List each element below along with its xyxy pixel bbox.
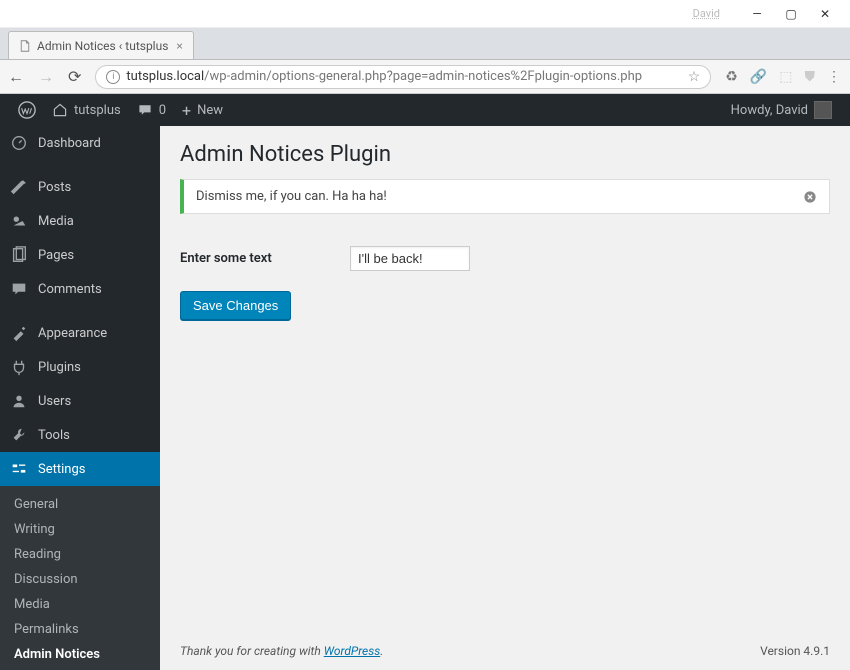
sidebar-item-label: Dashboard xyxy=(38,136,101,151)
wp-adminbar: tutsplus 0 + New Howdy, David xyxy=(0,94,850,126)
plugins-icon xyxy=(10,358,30,376)
submenu-permalinks[interactable]: Permalinks xyxy=(0,617,160,642)
maximize-button[interactable]: ▢ xyxy=(774,3,808,25)
sidebar-item-plugins[interactable]: Plugins xyxy=(0,350,160,384)
wp-footer: Thank you for creating with WordPress. V… xyxy=(180,624,830,658)
menu-icon[interactable]: ⋮ xyxy=(827,69,842,85)
avatar xyxy=(814,101,832,119)
sidebar-item-label: Comments xyxy=(38,282,102,297)
back-button[interactable]: ← xyxy=(8,67,24,87)
site-name-link[interactable]: tutsplus xyxy=(44,102,129,118)
submenu-writing[interactable]: Writing xyxy=(0,517,160,542)
tools-icon xyxy=(10,426,30,444)
sidebar-item-label: Tools xyxy=(38,428,70,443)
admin-notice: Dismiss me, if you can. Ha ha ha! xyxy=(180,179,830,214)
link-icon[interactable]: 🔗 xyxy=(750,69,767,85)
sidebar-item-settings[interactable]: Settings xyxy=(0,452,160,486)
comments-link[interactable]: 0 xyxy=(129,102,174,118)
tag-icon[interactable]: ⬚ xyxy=(779,69,792,85)
sidebar-item-label: Plugins xyxy=(38,360,81,375)
shield-icon[interactable]: ⛊ xyxy=(805,69,816,85)
sidebar-item-posts[interactable]: Posts xyxy=(0,170,160,204)
sidebar-item-media[interactable]: Media xyxy=(0,204,160,238)
sidebar-item-label: Settings xyxy=(38,462,85,477)
sidebar-item-label: Appearance xyxy=(38,326,107,341)
star-icon[interactable]: ☆ xyxy=(688,69,701,85)
os-user-label: David xyxy=(693,7,720,20)
sidebar-item-comments[interactable]: Comments xyxy=(0,272,160,306)
sidebar-item-label: Posts xyxy=(38,180,71,195)
browser-tab-bar: Admin Notices ‹ tutsplus × xyxy=(0,28,850,60)
form-row-text: Enter some text xyxy=(180,246,830,271)
pages-icon xyxy=(10,246,30,264)
minimize-button[interactable]: — xyxy=(740,3,774,25)
tab-title: Admin Notices ‹ tutsplus xyxy=(37,39,168,53)
comments-icon xyxy=(10,280,30,298)
close-button[interactable]: ✕ xyxy=(808,3,842,25)
wp-sidebar: Dashboard Posts Media Pages Comments xyxy=(0,126,160,670)
sidebar-item-pages[interactable]: Pages xyxy=(0,238,160,272)
posts-icon xyxy=(10,178,30,196)
version-text: Version 4.9.1 xyxy=(760,644,830,658)
settings-icon xyxy=(10,460,30,478)
sidebar-item-dashboard[interactable]: Dashboard xyxy=(0,126,160,160)
url-host: tutsplus.local xyxy=(126,69,204,84)
comments-count: 0 xyxy=(159,103,166,118)
users-icon xyxy=(10,392,30,410)
submenu-reading[interactable]: Reading xyxy=(0,542,160,567)
appearance-icon xyxy=(10,324,30,342)
submenu-general[interactable]: General xyxy=(0,492,160,517)
wp-content: Admin Notices Plugin Dismiss me, if you … xyxy=(160,126,850,670)
media-icon xyxy=(10,212,30,230)
wp-logo[interactable] xyxy=(10,101,44,119)
sidebar-item-label: Pages xyxy=(38,248,74,263)
dismiss-notice-button[interactable] xyxy=(803,190,817,204)
submenu-discussion[interactable]: Discussion xyxy=(0,567,160,592)
forward-button[interactable]: → xyxy=(38,67,54,87)
sidebar-item-label: Media xyxy=(38,214,74,229)
text-input[interactable] xyxy=(350,246,470,271)
extension-icons: ♻ 🔗 ⬚ ⛊ ⋮ xyxy=(725,69,842,85)
howdy-link[interactable]: Howdy, David xyxy=(723,101,840,119)
sidebar-item-users[interactable]: Users xyxy=(0,384,160,418)
sidebar-item-label: Users xyxy=(38,394,71,409)
text-field-label: Enter some text xyxy=(180,251,350,266)
wordpress-link[interactable]: WordPress xyxy=(324,644,381,658)
info-icon[interactable]: i xyxy=(106,70,120,84)
page-icon xyxy=(19,40,31,52)
howdy-text: Howdy, David xyxy=(731,103,808,118)
browser-tab[interactable]: Admin Notices ‹ tutsplus × xyxy=(8,31,194,59)
submenu-media[interactable]: Media xyxy=(0,592,160,617)
settings-submenu: General Writing Reading Discussion Media… xyxy=(0,486,160,670)
footer-thanks: Thank you for creating with xyxy=(180,644,324,658)
notice-text: Dismiss me, if you can. Ha ha ha! xyxy=(196,189,387,204)
url-path: /wp-admin/options-general.php?page=admin… xyxy=(204,69,642,84)
new-label: New xyxy=(197,103,223,118)
recycle-icon[interactable]: ♻ xyxy=(725,69,738,85)
submenu-admin-notices[interactable]: Admin Notices xyxy=(0,642,160,667)
page-title: Admin Notices Plugin xyxy=(180,142,830,167)
new-link[interactable]: + New xyxy=(174,101,231,120)
sidebar-item-tools[interactable]: Tools xyxy=(0,418,160,452)
sidebar-item-appearance[interactable]: Appearance xyxy=(0,316,160,350)
save-changes-button[interactable]: Save Changes xyxy=(180,291,291,320)
browser-toolbar: ← → ⟳ i tutsplus.local/wp-admin/options-… xyxy=(0,60,850,94)
address-bar[interactable]: i tutsplus.local/wp-admin/options-genera… xyxy=(95,65,711,89)
site-name: tutsplus xyxy=(74,103,121,118)
dashboard-icon xyxy=(10,134,30,152)
tab-close-icon[interactable]: × xyxy=(176,39,182,53)
os-titlebar: David — ▢ ✕ xyxy=(0,0,850,28)
reload-button[interactable]: ⟳ xyxy=(68,67,81,86)
